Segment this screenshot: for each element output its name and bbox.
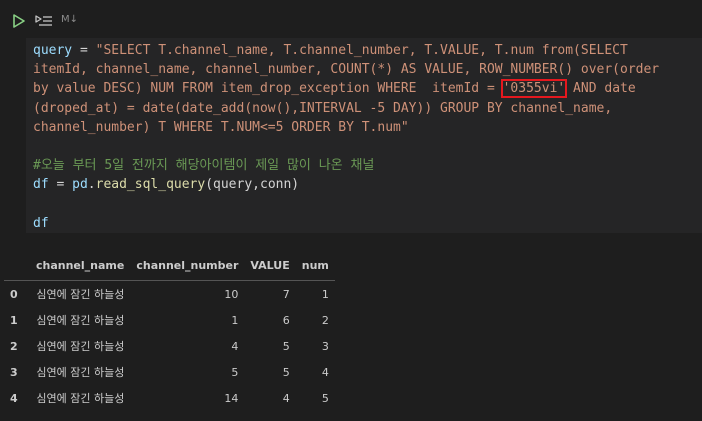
- pd-module: pd: [72, 177, 88, 193]
- code-line-3-end: AND date: [565, 81, 636, 97]
- cell-num: 2: [321, 313, 329, 327]
- cell-num: 1: [321, 287, 329, 301]
- function-args: (query,conn): [205, 177, 300, 193]
- cell-value: 5: [282, 339, 290, 353]
- run-cell-button[interactable]: [10, 12, 28, 30]
- table-row: 1 심연에 잠긴 하늘성 1 6 2: [4, 307, 335, 333]
- code-line-5: channel_number) T WHERE T.NUM<=5 ORDER B…: [33, 119, 409, 135]
- cell-channel-number: 4: [231, 339, 239, 353]
- cell-value: 4: [282, 391, 290, 405]
- df-var: df: [33, 177, 49, 193]
- table-row: 3 심연에 잠긴 하늘성 5 5 4: [4, 359, 335, 385]
- assign-op: =: [48, 177, 73, 193]
- column-header-channel-number: channel_number: [130, 250, 245, 281]
- code-line-read: df = pd.read_sql_query(query,conn): [33, 177, 300, 193]
- table-row: 2 심연에 잠긴 하늘성 4 5 3: [4, 333, 335, 359]
- cell-value: 6: [282, 313, 290, 327]
- row-index: 2: [10, 339, 18, 353]
- cell-value: 7: [282, 287, 290, 301]
- cell-num: 5: [321, 391, 329, 405]
- cell-channel-number: 5: [231, 365, 239, 379]
- column-header-num: num: [295, 250, 335, 281]
- row-index: 3: [10, 365, 18, 379]
- play-icon: [13, 14, 25, 28]
- row-index: 1: [10, 313, 18, 327]
- cell-channel-name: 심연에 잠긴 하늘성: [36, 366, 125, 379]
- cell-num: 4: [321, 365, 329, 379]
- column-header-channel-name: channel_name: [30, 250, 131, 281]
- cell-channel-number: 10: [224, 287, 239, 301]
- dataframe-table: channel_name channel_number VALUE num 0 심…: [4, 250, 335, 411]
- cell-channel-number: 14: [224, 391, 239, 405]
- row-index: 4: [10, 391, 18, 405]
- cell-channel-number: 1: [231, 313, 239, 327]
- code-line-4: (droped_at) = date(date_add(now(),INTERV…: [33, 100, 613, 116]
- column-header-value: VALUE: [244, 250, 296, 281]
- df-display: df: [33, 215, 49, 231]
- cell-language-label[interactable]: M↓: [61, 14, 78, 25]
- cell-toolbar: M↓: [0, 0, 702, 38]
- table-row: 4 심연에 잠긴 하늘성 14 4 5: [4, 385, 335, 411]
- cell-channel-name: 심연에 잠긴 하늘성: [36, 340, 125, 353]
- cell-channel-name: 심연에 잠긴 하늘성: [36, 314, 125, 327]
- code-line-3-start: by value DESC) NUM FROM item_drop_except…: [33, 81, 503, 97]
- read-sql-function: read_sql_query: [95, 177, 206, 193]
- table-row: 0 심연에 잠긴 하늘성 10 7 1: [4, 281, 335, 308]
- cell-channel-name: 심연에 잠긴 하늘성: [36, 392, 125, 405]
- code-cell-editor[interactable]: query = "SELECT T.channel_name, T.channe…: [26, 38, 702, 233]
- code-line-1-string: "SELECT T.channel_name, T.channel_number…: [95, 43, 628, 58]
- code-comment: #오늘 부터 5일 전까지 해당아이템이 제일 많이 나온 채널: [33, 158, 375, 174]
- code-line-3: by value DESC) NUM FROM item_drop_except…: [33, 79, 636, 99]
- run-by-line-button[interactable]: [34, 12, 54, 30]
- table-header-row: channel_name channel_number VALUE num: [4, 250, 335, 281]
- query-var: query: [33, 43, 73, 58]
- code-text[interactable]: query = "SELECT T.channel_name, T.channe…: [33, 41, 659, 233]
- cell-channel-name: 심연에 잠긴 하늘성: [36, 288, 125, 301]
- code-line-2: itemId, channel_name, channel_number, CO…: [33, 62, 660, 78]
- cell-value: 5: [282, 365, 290, 379]
- row-index: 0: [10, 287, 18, 301]
- highlighted-item-id: '0355vi': [500, 79, 568, 99]
- index-header: [4, 250, 30, 281]
- code-line-1: query = "SELECT T.channel_name, T.channe…: [33, 43, 628, 58]
- run-by-line-icon: [35, 15, 52, 26]
- cell-num: 3: [321, 339, 329, 353]
